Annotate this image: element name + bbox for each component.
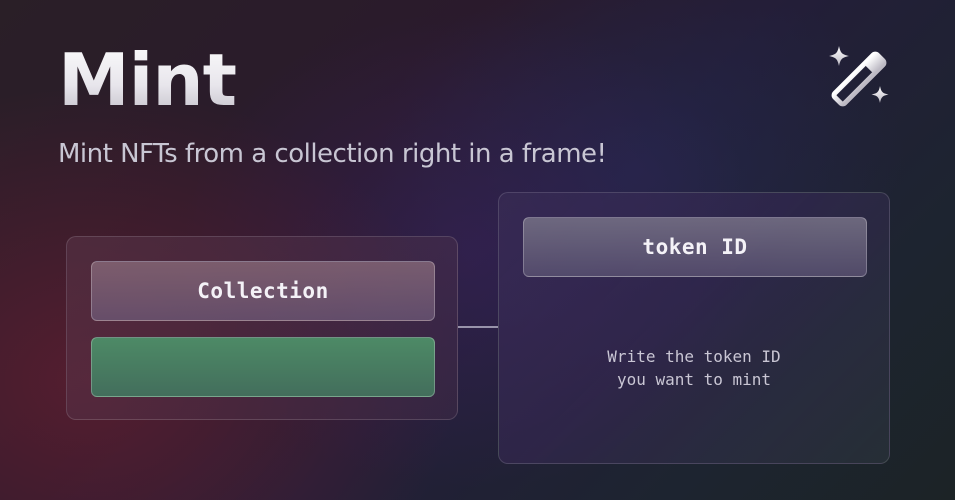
collection-field[interactable]: Collection (91, 261, 435, 321)
token-hint-line-2: you want to mint (616, 370, 772, 389)
token-node: token ID Write the token ID you want to … (498, 192, 890, 464)
token-id-field[interactable]: token ID (523, 217, 867, 277)
node-connector (458, 326, 498, 328)
page-subtitle: Mint NFTs from a collection right in a f… (58, 139, 607, 169)
mint-action-button[interactable] (91, 337, 435, 397)
magic-wand-icon (829, 46, 889, 107)
page-title: Mint (58, 34, 237, 126)
token-hint-line-1: Write the token ID (607, 347, 781, 366)
collection-node: Collection (66, 236, 458, 420)
token-hint: Write the token ID you want to mint (499, 345, 889, 391)
